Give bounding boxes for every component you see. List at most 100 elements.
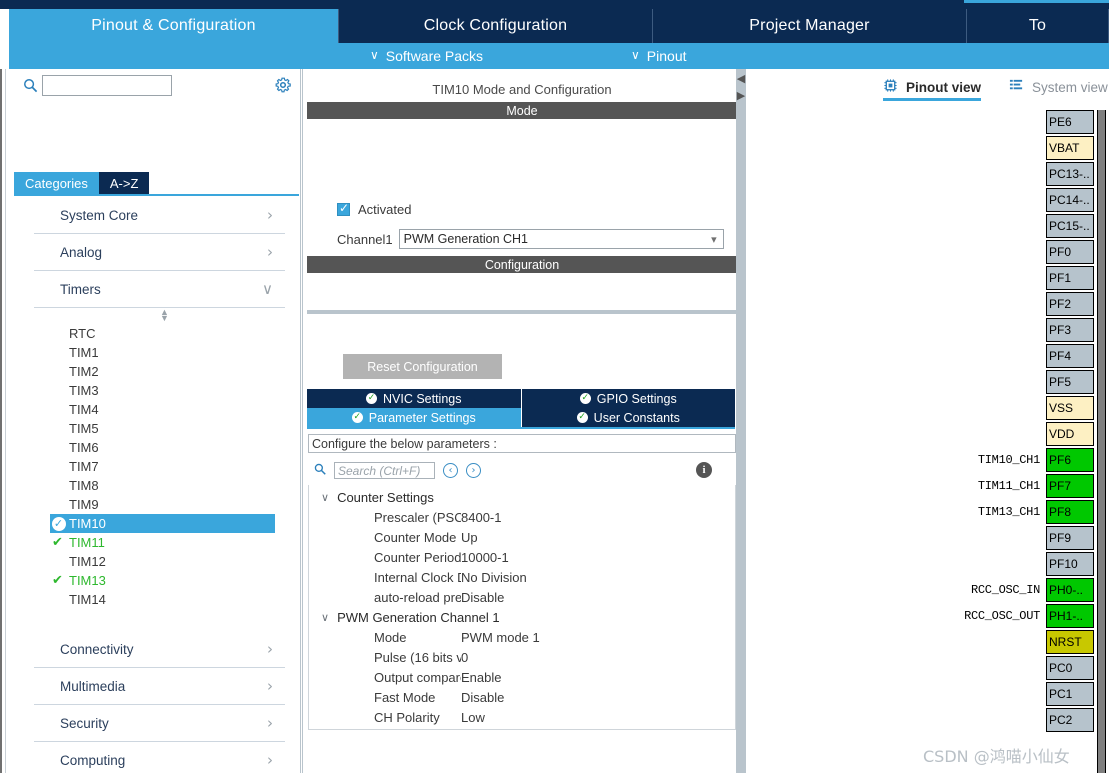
param-row[interactable]: Pulse (16 bits value)0 [309,647,735,667]
pin-pf5[interactable]: PF5 [1046,370,1094,394]
next-match-button[interactable]: › [466,463,481,478]
pin-pf1[interactable]: PF1 [1046,266,1094,290]
sidebar-item-tim14[interactable]: TIM14 [14,590,299,609]
config-tab-user-constants[interactable]: ✓ User Constants [521,408,735,427]
param-group-header[interactable]: ∨ PWM Generation Channel 1 [309,607,735,627]
param-row[interactable]: Counter Mode Up [309,527,735,547]
config-tab-label: Parameter Settings [368,410,476,425]
view-tab-pinout-view[interactable]: Pinout view [883,78,982,101]
pin-pc15[interactable]: PC15-.. [1046,214,1094,238]
sidebar-category-system-core[interactable]: System Core › [34,197,285,234]
config-tab-parameter-settings[interactable]: ✓ Parameter Settings [307,408,522,427]
pin-pc13[interactable]: PC13-.. [1046,162,1094,186]
pin-pf7[interactable]: PF7 [1046,474,1094,498]
pin-ph1[interactable]: PH1-.. [1046,604,1094,628]
sidebar-item-tim2[interactable]: TIM2 [14,362,299,381]
main-tab-3[interactable]: To [967,9,1109,43]
param-value[interactable]: 0 [461,650,468,665]
view-tab-system-view[interactable]: System view [1009,78,1108,101]
sidebar-item-tim4[interactable]: TIM4 [14,400,299,419]
expand-right-icon[interactable]: ▶ [736,89,746,102]
ip-view-tab-0[interactable]: Categories [14,172,99,194]
main-tab-2[interactable]: Project Manager [653,9,967,43]
ip-view-tab-1[interactable]: A->Z [98,172,150,194]
sidebar-category-connectivity[interactable]: Connectivity › [34,631,285,668]
param-value[interactable]: Disable [461,690,504,705]
gear-icon[interactable] [274,76,292,94]
sidebar-category-multimedia[interactable]: Multimedia › [34,668,285,705]
pin-pc0[interactable]: PC0 [1046,656,1094,680]
pin-pf6[interactable]: PF6 [1046,448,1094,472]
param-row[interactable]: Internal Clock Division (...No Division [309,567,735,587]
sidebar-category-security[interactable]: Security › [34,705,285,742]
pin-nrst[interactable]: NRST [1046,630,1094,654]
pin-pf0[interactable]: PF0 [1046,240,1094,264]
pin-vdd[interactable]: VDD [1046,422,1094,446]
pin-ph0[interactable]: PH0-.. [1046,578,1094,602]
sidebar-item-tim7[interactable]: TIM7 [14,457,299,476]
prev-match-button[interactable]: ‹ [443,463,458,478]
reset-configuration-button[interactable]: Reset Configuration [343,354,502,379]
chevron-right-icon: › [267,714,273,732]
param-value[interactable]: Up [461,530,478,545]
sidebar-item-tim3[interactable]: TIM3 [14,381,299,400]
sidebar-item-tim12[interactable]: TIM12 [14,552,299,571]
param-row[interactable]: Mode PWM mode 1 [309,627,735,647]
panel-splitter[interactable]: ◀ ▶ [736,69,746,773]
pin-vss[interactable]: VSS [1046,396,1094,420]
param-value[interactable]: Low [461,710,485,725]
param-value[interactable]: Enable [461,670,501,685]
sub-button-0[interactable]: ∨ Software Packs [370,43,483,69]
sidebar-category-timers[interactable]: Timers ∨ [34,271,285,308]
config-tab-nvic-settings[interactable]: ✓ NVIC Settings [307,389,522,408]
pin-pf9[interactable]: PF9 [1046,526,1094,550]
sidebar-category-computing[interactable]: Computing › [34,742,285,773]
sub-button-1[interactable]: ∨ Pinout [631,43,687,69]
param-row[interactable]: Prescaler (PSC - 16 bit...8400-1 [309,507,735,527]
param-value[interactable]: 8400-1 [461,510,501,525]
pin-pf2[interactable]: PF2 [1046,292,1094,316]
info-icon[interactable]: i [696,462,712,478]
pin-pc1[interactable]: PC1 [1046,682,1094,706]
param-row[interactable]: CH Polarity Low [309,707,735,727]
param-name: Output compare preload [374,669,461,685]
sidebar-item-tim6[interactable]: TIM6 [14,438,299,457]
parameter-search-input[interactable]: Search (Ctrl+F) [334,462,435,479]
sidebar-item-tim8[interactable]: TIM8 [14,476,299,495]
sidebar-item-label: TIM13 [69,573,106,588]
param-value[interactable]: PWM mode 1 [461,630,540,645]
pin-pf4[interactable]: PF4 [1046,344,1094,368]
pin-pe6[interactable]: PE6 [1046,110,1094,134]
param-value[interactable]: No Division [461,570,527,585]
param-value[interactable]: Disable [461,590,504,605]
pin-pf8[interactable]: PF8 [1046,500,1094,524]
param-group-header[interactable]: ∨ Counter Settings [309,487,735,507]
pin-pf10[interactable]: PF10 [1046,552,1094,576]
activated-checkbox[interactable] [337,201,350,216]
param-row[interactable]: Fast Mode Disable [309,687,735,707]
sidebar-item-tim13[interactable]: ✔ TIM13 [14,571,299,590]
sidebar-item-rtc[interactable]: RTC [14,324,299,343]
param-value[interactable]: 10000-1 [461,550,509,565]
pin-vbat[interactable]: VBAT [1046,136,1094,160]
main-tab-0[interactable]: Pinout & Configuration [9,9,339,43]
config-tab-gpio-settings[interactable]: ✓ GPIO Settings [521,389,735,408]
sidebar-item-tim5[interactable]: TIM5 [14,419,299,438]
pin-pc2[interactable]: PC2 [1046,708,1094,732]
activated-row[interactable]: Activated [337,201,411,217]
sidebar-item-tim9[interactable]: TIM9 [14,495,299,514]
channel1-select[interactable]: PWM Generation CH1 ▾ [398,229,724,249]
scroll-spinner-icon[interactable]: ▲ ▼ [159,308,170,323]
sidebar-item-tim10[interactable]: ✓ TIM10 [50,514,275,533]
sidebar-category-analog[interactable]: Analog › [34,234,285,271]
pin-pc14[interactable]: PC14-.. [1046,188,1094,212]
param-row[interactable]: auto-reload preloadDisable [309,587,735,607]
param-row[interactable]: Counter Period (AutoR...10000-1 [309,547,735,567]
param-row[interactable]: Output compare preloadEnable [309,667,735,687]
ip-search-input[interactable] [42,74,172,96]
pin-pf3[interactable]: PF3 [1046,318,1094,342]
main-tab-1[interactable]: Clock Configuration [339,9,653,43]
sidebar-item-tim1[interactable]: TIM1 [14,343,299,362]
sidebar-item-tim11[interactable]: ✔ TIM11 [14,533,299,552]
collapse-left-icon[interactable]: ◀ [736,72,746,85]
